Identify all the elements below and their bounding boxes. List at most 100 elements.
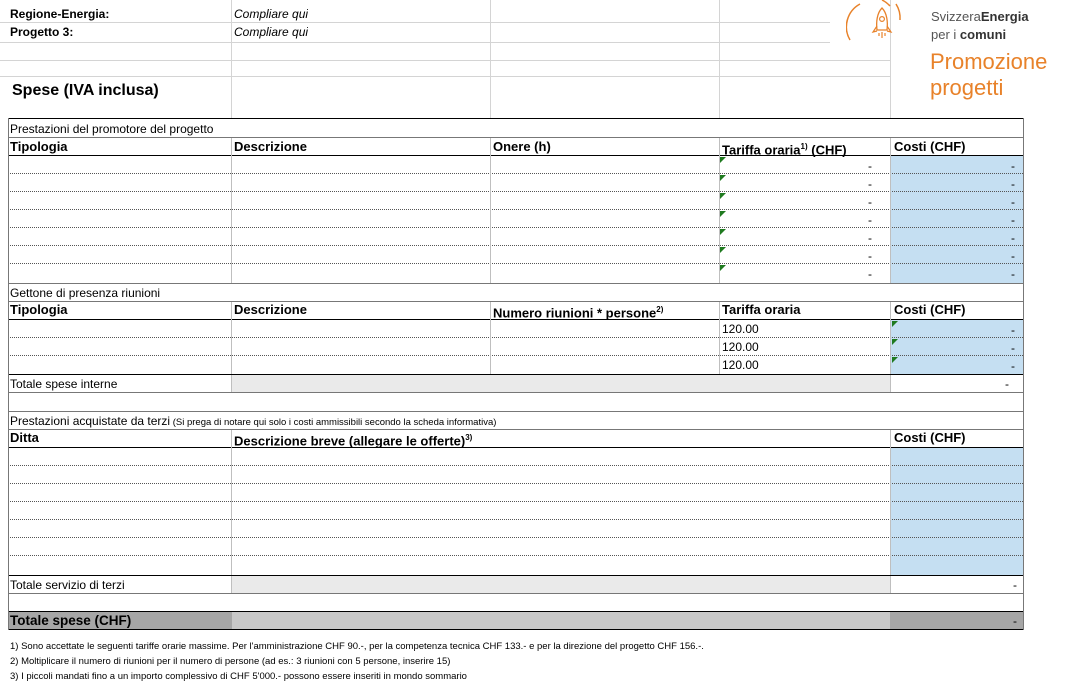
gridline xyxy=(0,22,830,23)
row-separator xyxy=(8,537,1023,538)
logo-promo-line1: Promozione xyxy=(930,49,1048,74)
logo-brand-part1: Svizzera xyxy=(931,9,981,24)
costi-value: - xyxy=(1011,195,1015,209)
rocket-logo-icon xyxy=(845,0,904,44)
gridline xyxy=(719,0,720,118)
input-marker-icon xyxy=(892,339,898,345)
tariffa-value[interactable]: - xyxy=(858,249,872,263)
input-marker-icon xyxy=(720,175,726,181)
column-divider xyxy=(890,302,891,374)
row-separator xyxy=(8,227,1023,228)
input-marker-icon xyxy=(892,321,898,327)
row-separator xyxy=(8,483,1023,484)
costi-value: - xyxy=(1011,359,1015,373)
grand-total-label: Totale spese (CHF) xyxy=(10,613,132,628)
input-marker-icon xyxy=(720,247,726,253)
grand-total-middle xyxy=(232,612,890,629)
spreadsheet: Regione-Energia: Compliare qui Progetto … xyxy=(0,0,1082,691)
column-divider xyxy=(890,138,891,283)
row-separator xyxy=(8,555,1023,556)
costi-value: - xyxy=(1011,249,1015,263)
costi-value: - xyxy=(1011,177,1015,191)
tariffa-value[interactable]: - xyxy=(858,231,872,245)
total-interne-value: - xyxy=(1005,377,1009,391)
section-border xyxy=(8,429,1023,430)
section-border xyxy=(8,283,1023,284)
costi-value: - xyxy=(1011,159,1015,173)
row-separator xyxy=(8,465,1023,466)
section3-col-costi: Costi (CHF) xyxy=(894,431,966,445)
page-title: Spese (IVA inclusa) xyxy=(12,82,159,99)
row-separator xyxy=(8,173,1023,174)
project-label: Progetto 3: xyxy=(10,25,74,39)
section2-col-tipologia: Tipologia xyxy=(10,303,68,317)
input-marker-icon xyxy=(720,157,726,163)
section2-col-costi: Costi (CHF) xyxy=(894,303,966,317)
tariffa-value[interactable]: - xyxy=(858,159,872,173)
column-divider xyxy=(231,138,232,283)
row-border xyxy=(8,392,1023,393)
tariffa-value[interactable]: - xyxy=(858,195,872,209)
section2-col-numero: Numero riunioni * persone2) xyxy=(493,303,663,320)
table-left-border xyxy=(8,118,9,630)
row-border xyxy=(8,593,1023,594)
column-divider xyxy=(231,375,232,392)
tariffa-value[interactable]: - xyxy=(858,177,872,191)
footnote-1: 1) Sono accettate le seguenti tariffe or… xyxy=(10,641,704,652)
logo-brand-part2: Energia xyxy=(980,9,1029,24)
input-marker-icon xyxy=(720,229,726,235)
section1-title: Prestazioni del promotore del progetto xyxy=(10,122,214,136)
descr-sup: 3) xyxy=(465,433,473,442)
section2-title: Gettone di presenza riunioni xyxy=(10,286,161,300)
tariffa-value[interactable]: - xyxy=(858,267,872,281)
tariffa-rate-cell[interactable]: 120.00 xyxy=(722,358,759,372)
header-underline xyxy=(8,319,1023,320)
costi-value: - xyxy=(1011,267,1015,281)
input-marker-icon xyxy=(892,357,898,363)
logo-brand: SvizzeraEnergia xyxy=(931,9,1029,24)
section2-col-descrizione: Descrizione xyxy=(234,303,307,317)
row-separator xyxy=(8,245,1023,246)
row-separator xyxy=(8,191,1023,192)
section3-title-text: Prestazioni acquistate da terzi xyxy=(10,414,171,428)
tariffa-rate-cell[interactable]: 120.00 xyxy=(722,322,759,336)
column-divider xyxy=(231,430,232,593)
section1-col-descrizione: Descrizione xyxy=(234,140,307,154)
footnote-2: 2) Moltiplicare il numero di riunioni pe… xyxy=(10,656,451,667)
column-divider xyxy=(719,138,720,283)
section-border xyxy=(8,301,1023,302)
column-divider xyxy=(231,302,232,374)
input-marker-icon xyxy=(720,265,726,271)
logo-sub-part2: comuni xyxy=(959,27,1007,42)
row-separator xyxy=(8,519,1023,520)
gridline xyxy=(490,0,491,118)
section1-col-tipologia: Tipologia xyxy=(10,140,68,154)
costi-value: - xyxy=(1011,341,1015,355)
region-value-cell[interactable]: Compliare qui xyxy=(234,7,308,21)
row-border xyxy=(8,629,1023,630)
costi-value: - xyxy=(1011,213,1015,227)
input-marker-icon xyxy=(720,193,726,199)
logo-sub: per i comuni xyxy=(931,27,1006,42)
total-shade xyxy=(232,576,890,593)
header-underline xyxy=(8,155,1023,156)
row-separator xyxy=(8,501,1023,502)
total-terzi-label: Totale servizio di terzi xyxy=(10,578,125,592)
section3-col-ditta: Ditta xyxy=(10,431,39,445)
costi-value: - xyxy=(1011,231,1015,245)
region-label: Regione-Energia: xyxy=(10,7,110,21)
footnote-3: 3) I piccoli mandati fino a un importo c… xyxy=(10,671,467,682)
section-border xyxy=(8,137,1023,138)
total-terzi-value: - xyxy=(1013,578,1017,592)
gridline xyxy=(0,76,890,77)
header-underline xyxy=(8,447,1023,448)
costi-value: - xyxy=(1011,323,1015,337)
project-value-cell[interactable]: Compliare qui xyxy=(234,25,308,39)
section3-col-descr: Descrizione breve (allegare le offerte)3… xyxy=(234,431,472,448)
table-right-border xyxy=(1023,118,1024,630)
section3-title: Prestazioni acquistate da terzi (Si preg… xyxy=(10,414,496,430)
column-divider xyxy=(890,375,891,392)
tariffa-value[interactable]: - xyxy=(858,213,872,227)
tariffa-rate-cell[interactable]: 120.00 xyxy=(722,340,759,354)
section1-col-onere: Onere (h) xyxy=(493,140,551,154)
